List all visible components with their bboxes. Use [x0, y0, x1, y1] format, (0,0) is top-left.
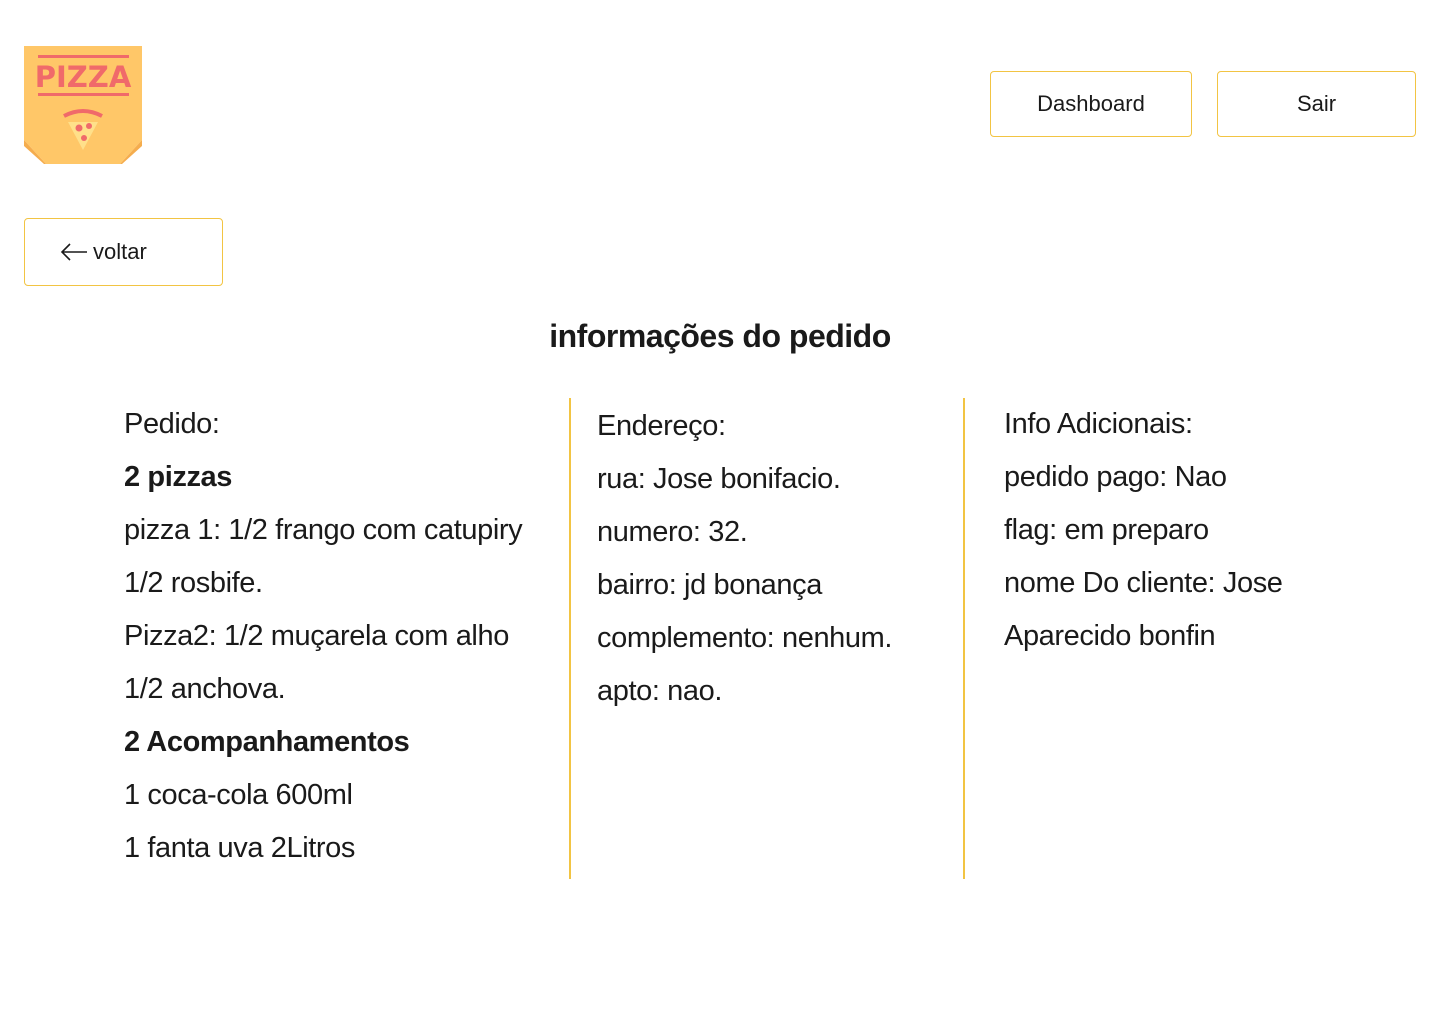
column-divider — [569, 398, 571, 879]
pizza-line: Pizza2: 1/2 muçarela com alho — [124, 620, 509, 652]
logout-button[interactable]: Sair — [1217, 71, 1416, 137]
extra-heading: Info Adicionais: — [1004, 408, 1193, 440]
extra-line: flag: em preparo — [1004, 514, 1209, 546]
page-title: informações do pedido — [549, 318, 891, 354]
sides-title: 2 Acompanhamentos — [124, 726, 410, 758]
extra-line: Aparecido bonfin — [1004, 620, 1216, 652]
order-heading: Pedido: — [124, 408, 220, 440]
side-line: 1 coca-cola 600ml — [124, 779, 353, 811]
extra-info-column: Info Adicionais: pedido pago: Nao flag: … — [1004, 398, 1404, 663]
address-line: apto: nao. — [597, 675, 722, 707]
address-line: bairro: jd bonança — [597, 569, 822, 601]
back-button[interactable]: voltar — [24, 218, 223, 286]
column-divider — [963, 398, 965, 879]
extra-line: pedido pago: Nao — [1004, 461, 1227, 493]
address-column: Endereço: rua: Jose bonifacio. numero: 3… — [597, 400, 947, 718]
pizza-logo: PIZZA — [24, 46, 142, 164]
pizza-line: 1/2 rosbife. — [124, 567, 263, 599]
pizza-line: 1/2 anchova. — [124, 673, 286, 705]
address-line: complemento: nenhum. — [597, 622, 893, 654]
address-line: rua: Jose bonifacio. — [597, 463, 841, 495]
svg-text:PIZZA: PIZZA — [35, 60, 132, 94]
pizza-line: pizza 1: 1/2 frango com catupiry — [124, 514, 523, 546]
side-line: 1 fanta uva 2Litros — [124, 832, 355, 864]
back-label: voltar — [93, 239, 147, 264]
pizzas-title: 2 pizzas — [124, 461, 233, 493]
dashboard-button[interactable]: Dashboard — [990, 71, 1192, 137]
order-column: Pedido: 2 pizzas pizza 1: 1/2 frango com… — [124, 398, 554, 875]
arrow-left-icon — [59, 242, 89, 262]
extra-line: nome Do cliente: Jose — [1004, 567, 1283, 599]
address-line: numero: 32. — [597, 516, 748, 548]
address-heading: Endereço: — [597, 410, 726, 442]
pizza-logo-icon: PIZZA — [24, 46, 142, 164]
